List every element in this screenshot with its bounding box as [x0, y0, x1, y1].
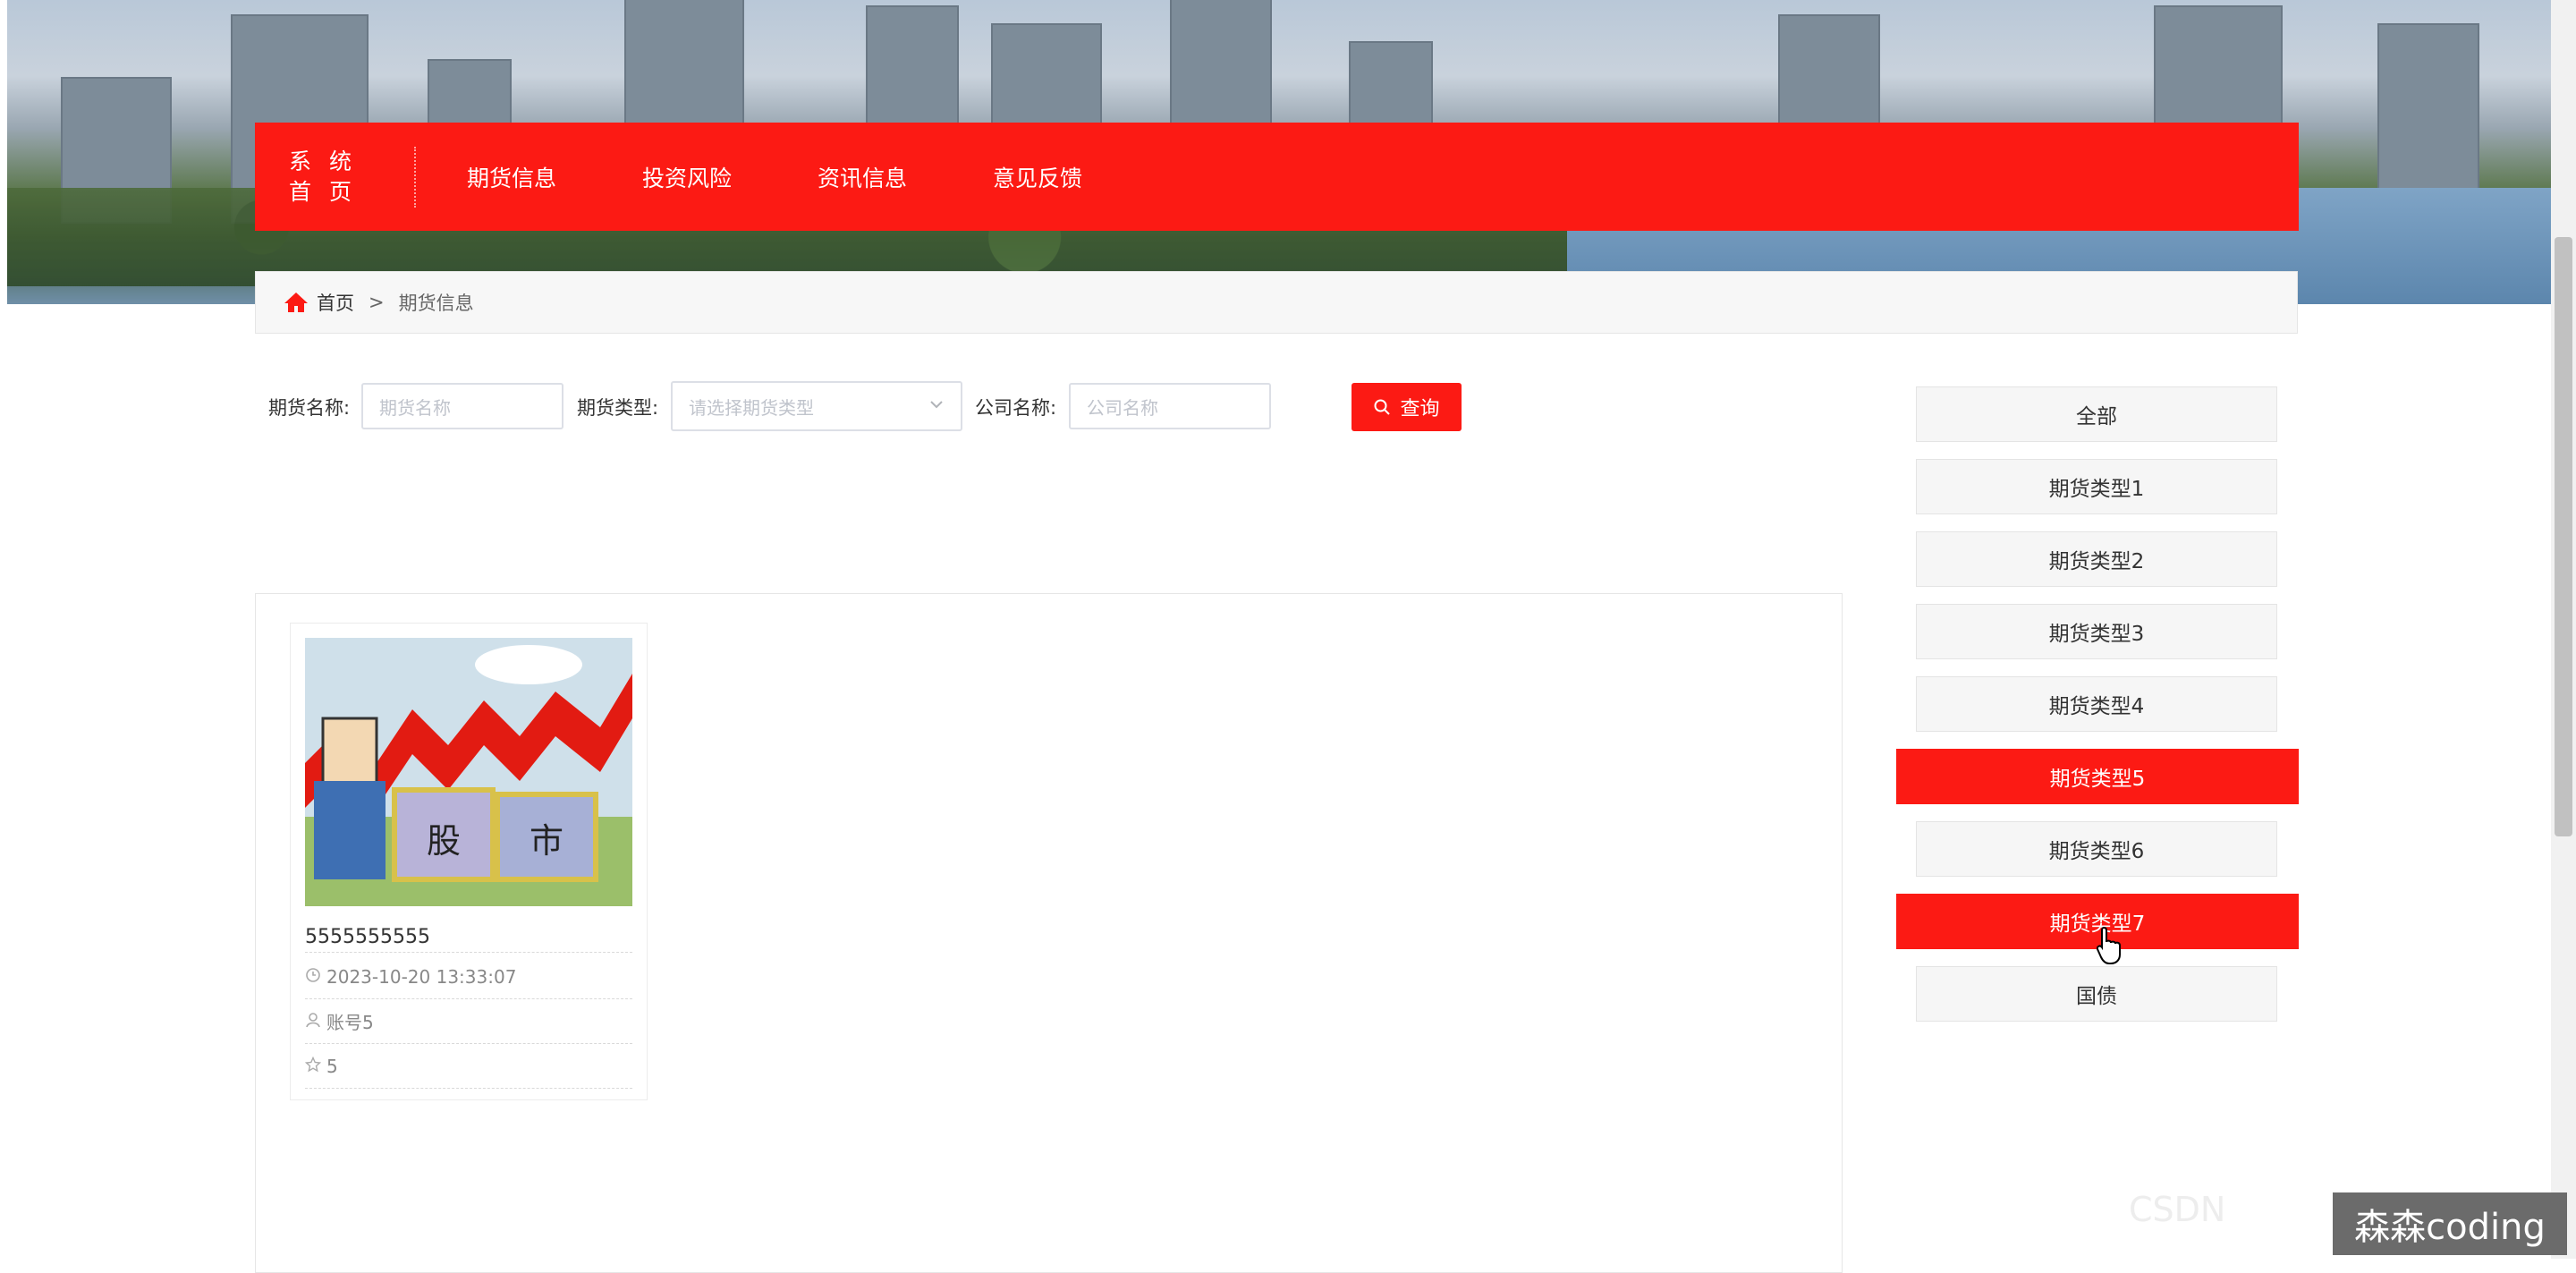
futures-card[interactable]: 股 市 5555555555 2023-10-20 13:33:07 账号5 5: [290, 623, 648, 1100]
chevron-down-icon: [928, 395, 945, 417]
nav-item-feedback[interactable]: 意见反馈: [993, 161, 1082, 193]
category-type-6[interactable]: 期货类型6: [1916, 821, 2277, 877]
company-name-input[interactable]: 公司名称: [1069, 383, 1271, 429]
category-type-4[interactable]: 期货类型4: [1916, 676, 2277, 732]
main-nav: 系 统 首 页 期货信息 投资风险 资讯信息 意见反馈: [255, 123, 2299, 231]
clock-icon: [305, 966, 326, 988]
card-image-char-right: 市: [530, 821, 564, 861]
nav-item-futures-info[interactable]: 期货信息: [467, 161, 556, 193]
card-stars-row: 5: [304, 1044, 632, 1089]
card-divider: [305, 952, 632, 953]
futures-name-placeholder: 期货名称: [379, 396, 451, 419]
card-image-char-left: 股: [427, 821, 461, 861]
search-button-label: 查询: [1400, 398, 1440, 420]
company-name-label: 公司名称:: [975, 397, 1057, 419]
breadcrumb-current: 期货信息: [398, 293, 474, 314]
futures-type-placeholder: 请选择期货类型: [689, 396, 814, 419]
futures-type-select[interactable]: 请选择期货类型: [671, 381, 962, 431]
category-type-2[interactable]: 期货类型2: [1916, 531, 2277, 587]
futures-name-input[interactable]: 期货名称: [361, 383, 564, 429]
search-icon: [1373, 398, 1391, 416]
nav-item-investment-risk[interactable]: 投资风险: [642, 161, 732, 193]
nav-system-home[interactable]: 系 统 首 页: [289, 146, 416, 208]
category-type-1[interactable]: 期货类型1: [1916, 459, 2277, 514]
home-icon[interactable]: [283, 291, 309, 314]
futures-name-label: 期货名称:: [268, 397, 351, 419]
card-time: 2023-10-20 13:33:07: [326, 965, 517, 988]
category-all[interactable]: 全部: [1916, 386, 2277, 442]
category-treasury-bond[interactable]: 国债: [1916, 966, 2277, 1022]
card-stars: 5: [326, 1055, 338, 1077]
nav-home-line1: 系 统: [289, 148, 357, 174]
page-scrollbar[interactable]: [2551, 0, 2576, 1259]
breadcrumb-home-link[interactable]: 首页: [317, 289, 354, 316]
breadcrumb: 首页 > 期货信息: [255, 271, 2298, 334]
futures-card-title[interactable]: 5555555555: [305, 926, 430, 948]
faint-watermark: CSDN: [2129, 1190, 2226, 1229]
nav-item-news[interactable]: 资讯信息: [818, 161, 907, 193]
scrollbar-thumb[interactable]: [2555, 237, 2572, 836]
category-type-5[interactable]: 期货类型5: [1896, 749, 2299, 804]
watermark: 森森coding: [2333, 1192, 2567, 1255]
nav-home-line2: 首 页: [289, 178, 357, 205]
card-account: 账号5: [326, 1012, 374, 1033]
search-button[interactable]: 查询: [1352, 383, 1462, 431]
futures-type-label: 期货类型:: [577, 397, 659, 419]
card-account-row: 账号5: [305, 999, 632, 1044]
futures-list: 股 市 5555555555 2023-10-20 13:33:07 账号5 5: [255, 593, 1843, 1273]
pointer-cursor-icon: [2096, 926, 2123, 969]
star-icon: [304, 1056, 326, 1077]
user-icon: [305, 1011, 326, 1032]
category-type-3[interactable]: 期货类型3: [1916, 604, 2277, 659]
breadcrumb-separator: >: [369, 292, 385, 313]
card-time-row: 2023-10-20 13:33:07: [305, 955, 632, 999]
futures-card-image[interactable]: 股 市: [305, 638, 632, 906]
company-name-placeholder: 公司名称: [1087, 396, 1158, 419]
